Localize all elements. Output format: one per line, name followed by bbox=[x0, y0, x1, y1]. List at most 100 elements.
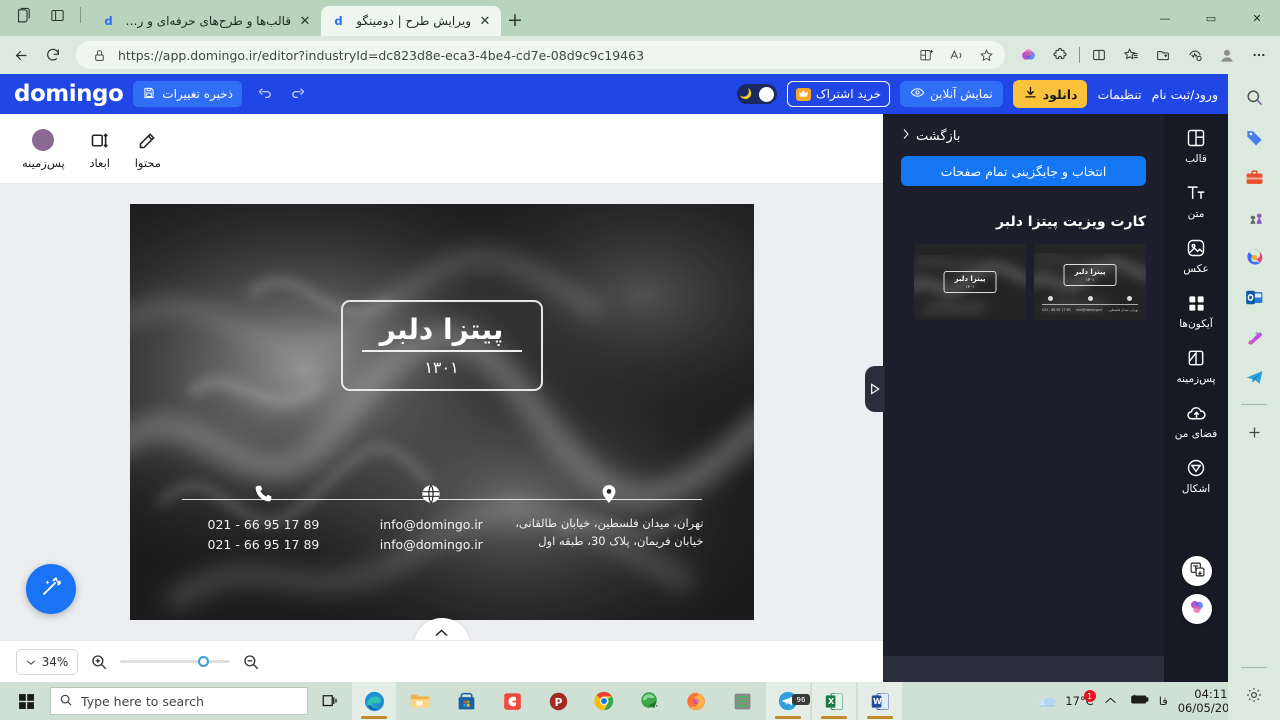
panel-back-button[interactable]: بازگشت bbox=[901, 128, 1146, 144]
card-back-thumb[interactable]: پیتزا دلبر ۱۳۰۱ bbox=[914, 244, 1026, 320]
rail-item-image[interactable]: عکس bbox=[1164, 236, 1228, 275]
taskbar-app-firefox[interactable] bbox=[674, 682, 718, 720]
favorite-star-icon[interactable] bbox=[975, 44, 997, 66]
close-window-button[interactable]: ✕ bbox=[1234, 0, 1280, 36]
battery-charging-icon[interactable] bbox=[1127, 693, 1149, 709]
back-icon[interactable] bbox=[6, 40, 36, 70]
toolbar-item-background[interactable]: پس‌زمینه bbox=[22, 127, 65, 170]
sidebar-settings-icon[interactable] bbox=[1241, 682, 1267, 708]
settings-more-icon[interactable] bbox=[1244, 40, 1274, 70]
copilot-icon[interactable] bbox=[1013, 40, 1043, 70]
zoom-slider[interactable] bbox=[120, 656, 230, 667]
workspaces-icon[interactable] bbox=[10, 2, 36, 28]
add-sidebar-icon[interactable] bbox=[1241, 419, 1267, 445]
add-to-collections-icon[interactable] bbox=[1148, 40, 1178, 70]
outlook-icon[interactable] bbox=[1241, 284, 1267, 310]
thumb-contact-web: info@domingo.ir bbox=[1076, 308, 1103, 312]
microsoft-365-icon[interactable] bbox=[1241, 244, 1267, 270]
rail-item-my-space[interactable]: فضای من bbox=[1164, 401, 1228, 440]
color-swatch-icon bbox=[30, 127, 56, 153]
read-aloud-icon[interactable] bbox=[945, 44, 967, 66]
browser-essentials-icon[interactable] bbox=[1084, 40, 1114, 70]
windows-start-icon[interactable] bbox=[4, 682, 48, 720]
color-palette-button[interactable] bbox=[1182, 594, 1212, 624]
magic-wand-button[interactable] bbox=[26, 564, 76, 614]
chevron-up-icon[interactable] bbox=[1104, 694, 1117, 708]
zoom-out-icon[interactable] bbox=[240, 651, 262, 673]
weather-widget[interactable]: 1 17°C bbox=[1037, 690, 1096, 710]
browser-tab-2[interactable]: d ویرایش طرح | دومینگو ✕ bbox=[321, 6, 501, 36]
thumb-logo-year: ۱۳۰۱ bbox=[965, 284, 975, 290]
zoom-in-icon[interactable] bbox=[88, 651, 110, 673]
tab-actions-icon[interactable] bbox=[44, 2, 70, 28]
taskbar-app-file-explorer[interactable] bbox=[398, 682, 442, 720]
taskbar-app-notepad[interactable] bbox=[720, 682, 764, 720]
app-logo[interactable]: domingo bbox=[14, 81, 124, 107]
image-creator-icon[interactable] bbox=[1241, 324, 1267, 350]
translate-image-button[interactable] bbox=[1182, 556, 1212, 586]
taskbar-app-photoshop-portable[interactable]: P bbox=[536, 682, 580, 720]
replace-all-pages-button[interactable]: انتخاب و جایگزینی تمام صفحات bbox=[901, 156, 1146, 186]
online-preview-button[interactable]: نمایش آنلاین bbox=[900, 81, 1003, 107]
save-changes-button[interactable]: ذخیره تغییرات bbox=[133, 81, 242, 107]
rail-item-background[interactable]: پس‌زمینه bbox=[1164, 346, 1228, 385]
url-bar[interactable]: https://app.domingo.ir/editor?industryId… bbox=[76, 41, 1005, 69]
browser-tab-1-title: قالب‌ها و طرح‌های حرفه‌ای و رایگان bbox=[123, 14, 291, 28]
close-icon[interactable]: ✕ bbox=[477, 13, 493, 29]
shopping-tag-icon[interactable] bbox=[1241, 124, 1267, 150]
redo-icon[interactable] bbox=[286, 82, 310, 106]
card-front-thumb[interactable]: پیتزا دلبر ۱۳۰۱ 021 - 66 95 17 89 info@d… bbox=[1034, 244, 1146, 320]
contact-web[interactable]: info@domingo.ir info@domingo.ir bbox=[347, 481, 515, 554]
rail-item-text[interactable]: متن bbox=[1164, 181, 1228, 220]
tools-icon[interactable] bbox=[1241, 164, 1267, 190]
contact-phone[interactable]: 021 - 66 95 17 89 021 - 66 95 17 89 bbox=[180, 481, 348, 554]
task-view-icon[interactable] bbox=[310, 682, 350, 720]
taskbar-app-word[interactable]: W bbox=[858, 682, 902, 720]
minimize-button[interactable]: — bbox=[1142, 0, 1188, 36]
business-card-design[interactable]: پیتزا دلبر ۱۳۰۱ 021 - 66 95 17 89 021 - … bbox=[129, 204, 754, 620]
taskbar-app-google-chrome[interactable] bbox=[582, 682, 626, 720]
rail-item-template[interactable]: قالب bbox=[1164, 126, 1228, 165]
settings-link[interactable]: تنظیمات bbox=[1097, 87, 1141, 102]
buy-subscription-button[interactable]: خرید اشتراک bbox=[786, 81, 891, 107]
games-icon[interactable] bbox=[1241, 204, 1267, 230]
collections-icon[interactable] bbox=[1116, 40, 1146, 70]
language-indicator[interactable]: فا bbox=[1159, 694, 1168, 708]
panel-toggle-handle[interactable] bbox=[865, 366, 885, 412]
toolbar-item-content[interactable]: محتوا bbox=[135, 127, 161, 170]
taskbar-app-excel[interactable]: X bbox=[812, 682, 856, 720]
canvas-column: پس‌زمینه ابعاد محتوا bbox=[0, 114, 883, 682]
close-icon[interactable]: ✕ bbox=[297, 13, 313, 29]
rail-item-icons[interactable]: آیکون‌ها bbox=[1164, 291, 1228, 330]
zoom-slider-handle[interactable] bbox=[198, 656, 209, 667]
search-icon[interactable] bbox=[1241, 84, 1267, 110]
split-screen-icon[interactable] bbox=[915, 44, 937, 66]
download-button[interactable]: دانلود bbox=[1012, 80, 1088, 108]
new-tab-button[interactable]: + bbox=[501, 6, 529, 34]
collapse-panel-button[interactable] bbox=[413, 618, 470, 640]
contact-address[interactable]: تهران، میدان فلسطین، خیابان طالقانی، خیا… bbox=[515, 481, 704, 551]
play-triangle-icon bbox=[870, 380, 880, 399]
zoom-level-select[interactable]: 34% bbox=[16, 648, 78, 675]
telegram-icon[interactable] bbox=[1241, 364, 1267, 390]
taskbar-app-internet-download-manager[interactable] bbox=[628, 682, 672, 720]
card-logo-box[interactable]: پیتزا دلبر ۱۳۰۱ bbox=[340, 299, 543, 391]
reload-icon[interactable] bbox=[38, 40, 68, 70]
taskbar-app-camtasia[interactable] bbox=[490, 682, 534, 720]
dark-mode-toggle[interactable]: 🌙 bbox=[736, 84, 777, 104]
toolbar-item-dimensions[interactable]: ابعاد bbox=[87, 127, 113, 170]
taskbar-app-microsoft-store[interactable] bbox=[444, 682, 488, 720]
undo-icon[interactable] bbox=[252, 82, 276, 106]
browser-tab-1[interactable]: d قالب‌ها و طرح‌های حرفه‌ای و رایگان ✕ bbox=[91, 6, 321, 36]
maximize-button[interactable]: ▭ bbox=[1188, 0, 1234, 36]
taskbar-app-telegram[interactable]: 96 bbox=[766, 682, 810, 720]
thumb-contact-icons bbox=[1042, 296, 1138, 301]
taskbar-app-edge[interactable] bbox=[352, 682, 396, 720]
browser-health-icon[interactable] bbox=[1180, 40, 1210, 70]
search-input[interactable]: Type here to search bbox=[50, 687, 308, 715]
profile-avatar-icon[interactable] bbox=[1212, 40, 1242, 70]
login-register-link[interactable]: ورود/ثبت نام bbox=[1152, 87, 1218, 102]
extensions-icon[interactable] bbox=[1045, 40, 1075, 70]
rail-item-shapes[interactable]: اشکال bbox=[1164, 456, 1228, 495]
design-canvas[interactable]: پیتزا دلبر ۱۳۰۱ 021 - 66 95 17 89 021 - … bbox=[0, 184, 883, 640]
